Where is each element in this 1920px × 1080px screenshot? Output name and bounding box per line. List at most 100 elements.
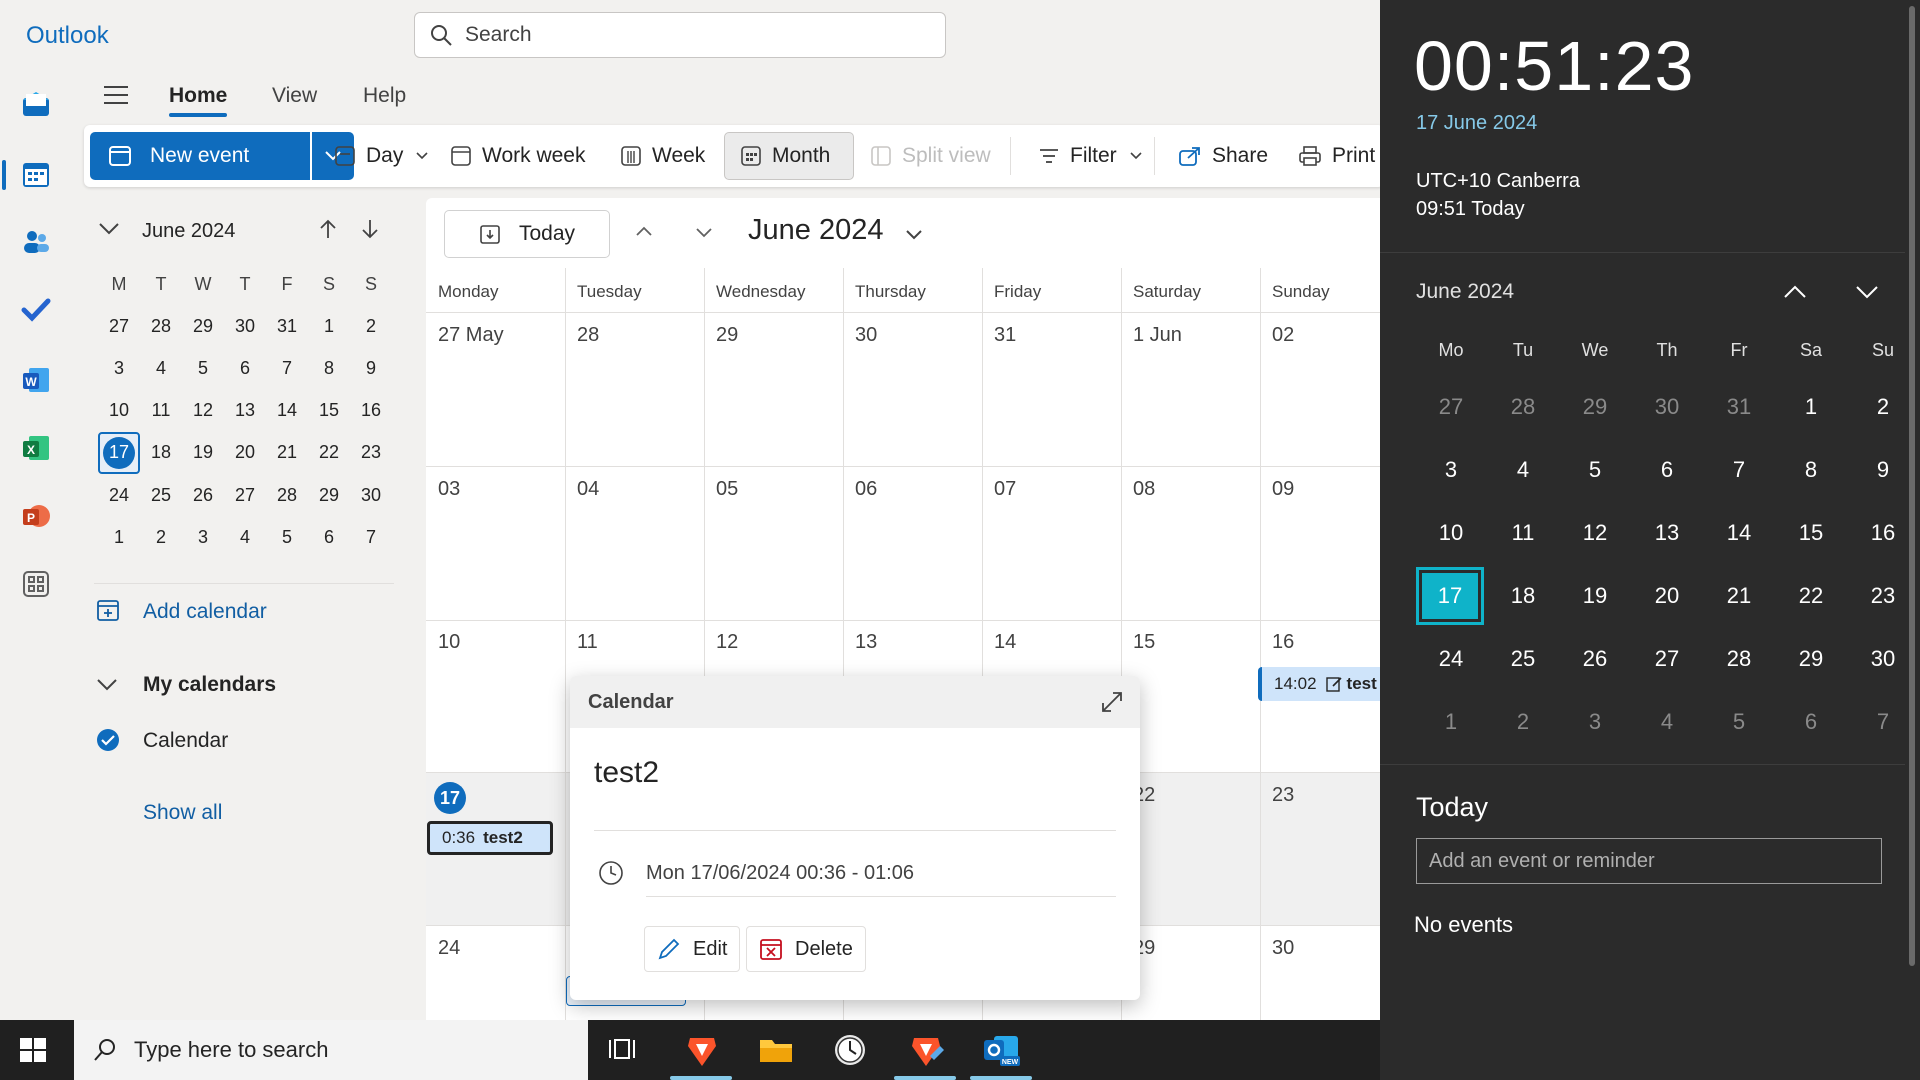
flyout-day[interactable]: 11	[1488, 504, 1558, 562]
flyout-day[interactable]: 29	[1776, 630, 1846, 688]
flyout-day[interactable]: 18	[1488, 567, 1558, 625]
flyout-day[interactable]: 1	[1416, 693, 1486, 751]
mini-calendar-day[interactable]: 27	[225, 475, 265, 515]
flyout-day[interactable]: 20	[1632, 567, 1702, 625]
flyout-day[interactable]: 8	[1776, 441, 1846, 499]
month-day-number[interactable]: 08	[1133, 478, 1155, 501]
flyout-day[interactable]: 14	[1704, 504, 1774, 562]
flyout-day[interactable]: 27	[1416, 378, 1486, 436]
taskbar-search[interactable]: Type here to search	[74, 1020, 588, 1080]
clock-app-icon[interactable]	[830, 1032, 870, 1068]
flyout-day[interactable]: 1	[1776, 378, 1846, 436]
arrow-down-icon[interactable]	[360, 218, 380, 245]
mini-calendar-day[interactable]: 1	[99, 518, 139, 558]
month-day-number[interactable]: 02	[1272, 324, 1294, 347]
flyout-day[interactable]: 29	[1560, 378, 1630, 436]
mini-calendar-day[interactable]: 25	[141, 475, 181, 515]
chevron-down-icon[interactable]	[904, 228, 924, 247]
month-day-number[interactable]: 23	[1272, 784, 1294, 807]
mini-calendar-day[interactable]: 3	[99, 348, 139, 388]
expand-icon[interactable]	[1100, 690, 1124, 719]
chevron-down-icon[interactable]	[98, 222, 120, 241]
delete-button[interactable]: Delete	[746, 926, 866, 972]
month-day-number[interactable]: 11	[577, 631, 598, 654]
outlook-new-icon[interactable]: NEW	[982, 1032, 1022, 1068]
mail-app-icon[interactable]	[16, 84, 56, 124]
chevron-down-icon[interactable]	[96, 678, 118, 697]
mini-calendar-day[interactable]: 3	[183, 518, 223, 558]
chevron-up-icon[interactable]	[1782, 284, 1808, 305]
month-day-number[interactable]: 03	[438, 478, 460, 501]
mini-calendar-day[interactable]: 7	[351, 518, 391, 558]
calendar-list-item[interactable]: Calendar	[143, 729, 228, 753]
month-day-number[interactable]: 24	[438, 937, 460, 960]
month-day-number[interactable]: 16	[1272, 631, 1294, 654]
month-day-number[interactable]: 04	[577, 478, 599, 501]
flyout-day[interactable]: 28	[1704, 630, 1774, 688]
month-title[interactable]: June 2024	[748, 214, 883, 247]
powerpoint-app-icon[interactable]: P	[16, 496, 56, 536]
flyout-day[interactable]: 27	[1632, 630, 1702, 688]
month-day-number[interactable]: 12	[716, 631, 738, 654]
flyout-day[interactable]: 10	[1416, 504, 1486, 562]
mini-calendar-day[interactable]: 7	[267, 348, 307, 388]
windows-start-icon[interactable]	[18, 1036, 48, 1069]
show-all-link[interactable]: Show all	[143, 801, 222, 825]
event-test2[interactable]: 0:36 test2	[427, 821, 553, 855]
week-view-button[interactable]: Week	[620, 125, 705, 187]
flyout-day[interactable]: 26	[1560, 630, 1630, 688]
hamburger-menu-icon[interactable]	[102, 84, 130, 111]
mini-calendar-day[interactable]: 29	[309, 475, 349, 515]
flyout-day[interactable]: 3	[1416, 441, 1486, 499]
month-day-number[interactable]: 07	[994, 478, 1016, 501]
scrollbar-thumb[interactable]	[1909, 6, 1915, 966]
todo-app-icon[interactable]	[16, 290, 56, 330]
mini-calendar-day-today[interactable]: 17	[103, 436, 135, 469]
mini-calendar-day[interactable]: 11	[141, 391, 181, 431]
mini-calendar-day[interactable]: 19	[183, 433, 223, 473]
mini-calendar-day[interactable]: 26	[183, 475, 223, 515]
month-day-number[interactable]: 27 May	[438, 324, 504, 347]
flyout-day[interactable]: 30	[1632, 378, 1702, 436]
new-event-button[interactable]: New event	[90, 132, 310, 180]
flyout-day[interactable]: 28	[1488, 378, 1558, 436]
flyout-day[interactable]: 2	[1488, 693, 1558, 751]
filter-button[interactable]: Filter	[1038, 125, 1153, 187]
mini-calendar-day[interactable]: 9	[351, 348, 391, 388]
mini-calendar-day[interactable]: 4	[141, 348, 181, 388]
flyout-date-link[interactable]: 17 June 2024	[1416, 112, 1537, 135]
mini-calendar-day[interactable]: 8	[309, 348, 349, 388]
flyout-day[interactable]: 4	[1632, 693, 1702, 751]
mini-calendar-day[interactable]: 27	[99, 306, 139, 346]
flyout-day[interactable]: 31	[1704, 378, 1774, 436]
mini-calendar-day[interactable]: 22	[309, 433, 349, 473]
mini-calendar-day[interactable]: 10	[99, 391, 139, 431]
flyout-day[interactable]: 19	[1560, 567, 1630, 625]
flyout-day[interactable]: 12	[1560, 504, 1630, 562]
month-day-number[interactable]: 05	[716, 478, 738, 501]
chevron-up-icon[interactable]	[634, 224, 654, 243]
calendar-add-icon[interactable]	[96, 598, 120, 627]
flyout-day[interactable]: 4	[1488, 441, 1558, 499]
checkmark-circle-icon[interactable]	[96, 728, 120, 757]
tab-help[interactable]: Help	[363, 84, 406, 108]
tab-view[interactable]: View	[272, 84, 317, 108]
edit-button[interactable]: Edit	[644, 926, 741, 972]
more-apps-icon[interactable]	[16, 564, 56, 604]
share-button[interactable]: Share	[1178, 125, 1268, 187]
search-box[interactable]: Search	[414, 12, 946, 58]
mini-calendar-day[interactable]: 2	[141, 518, 181, 558]
brave-browser-icon[interactable]	[682, 1032, 722, 1068]
word-app-icon[interactable]: W	[16, 360, 56, 400]
calendar-app-icon[interactable]	[2, 154, 56, 194]
mini-calendar-day[interactable]: 18	[141, 433, 181, 473]
flyout-day[interactable]: 3	[1560, 693, 1630, 751]
month-day-number[interactable]: 1 Jun	[1133, 324, 1182, 347]
flyout-day[interactable]: 22	[1776, 567, 1846, 625]
flyout-day[interactable]: 5	[1704, 693, 1774, 751]
mini-calendar-day[interactable]: 28	[267, 475, 307, 515]
month-day-number[interactable]: 13	[855, 631, 877, 654]
work-week-view-button[interactable]: Work week	[450, 125, 585, 187]
month-day-number[interactable]: 14	[994, 631, 1016, 654]
mini-calendar-day[interactable]: 5	[267, 518, 307, 558]
